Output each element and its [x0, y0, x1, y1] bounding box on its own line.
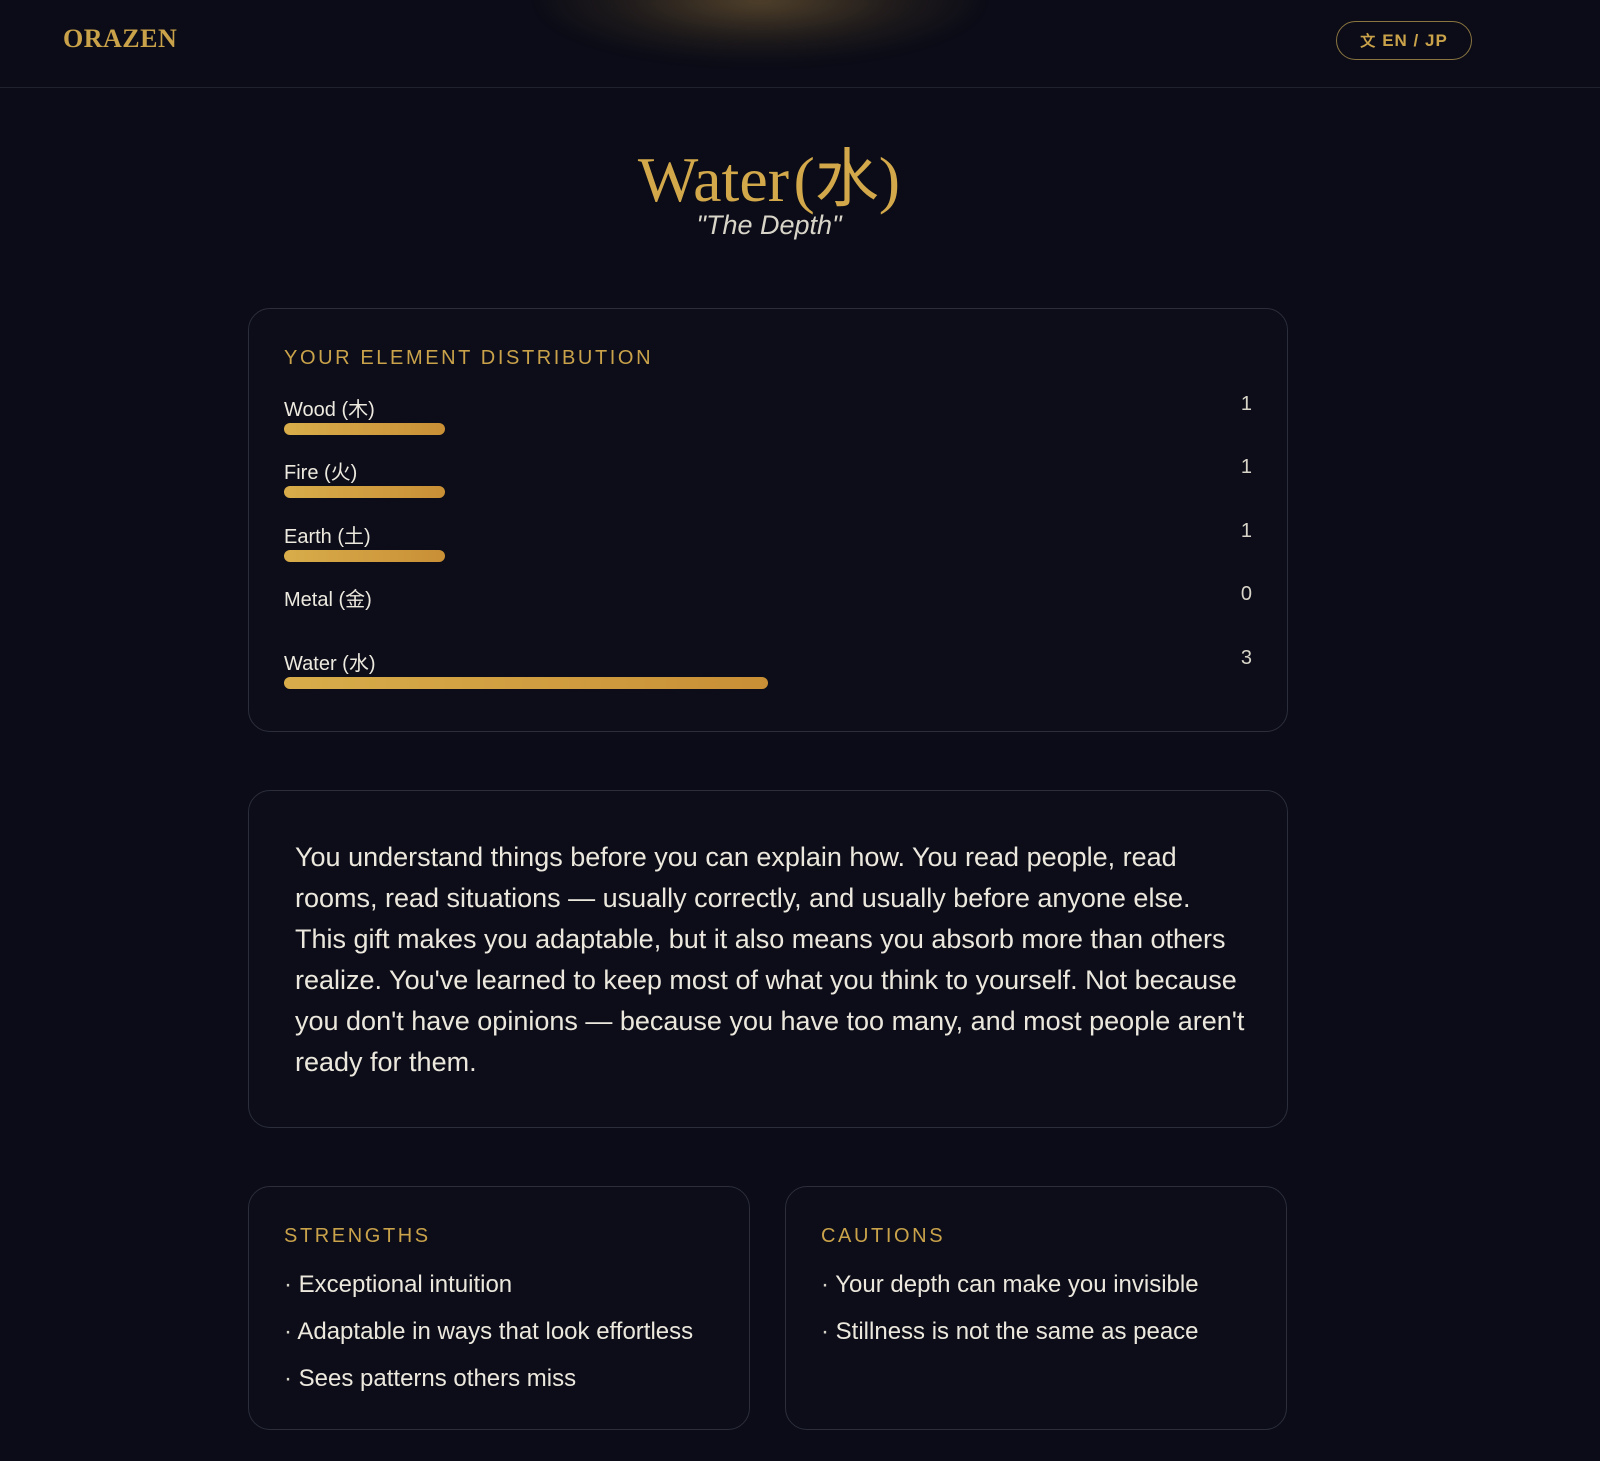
- distribution-bar: [284, 486, 446, 498]
- distribution-track: [284, 677, 1252, 689]
- distribution-count: 3: [1240, 647, 1252, 669]
- distribution-track: [284, 423, 1252, 435]
- distribution-heading: YOUR ELEMENT DISTRIBUTION: [284, 347, 654, 369]
- distribution-count: 0: [1240, 583, 1252, 605]
- list-item: Exceptional intuition: [284, 1271, 693, 1318]
- strengths-list: Exceptional intuition Adaptable in ways …: [284, 1271, 693, 1412]
- distribution-bar: [284, 550, 446, 562]
- logo[interactable]: ORAZEN: [63, 24, 177, 54]
- distribution-row-fire: Fire (火) 1: [284, 456, 1252, 498]
- strengths-card: STRENGTHS Exceptional intuition Adaptabl…: [248, 1186, 750, 1430]
- top-header: ORAZEN 文 EN / JP: [0, 0, 1600, 88]
- element-title-kanji: (水): [793, 144, 901, 215]
- distribution-track: [284, 550, 1252, 562]
- list-item: Adaptable in ways that look effortless: [284, 1318, 693, 1365]
- distribution-track: [284, 613, 1252, 625]
- language-toggle-button[interactable]: 文 EN / JP: [1336, 21, 1472, 60]
- distribution-label: Earth (土): [284, 526, 371, 548]
- list-item: Stillness is not the same as peace: [821, 1318, 1199, 1365]
- distribution-row-water: Water (水) 3: [284, 647, 1252, 689]
- distribution-row-earth: Earth (土) 1: [284, 520, 1252, 562]
- distribution-count: 1: [1240, 520, 1252, 542]
- distribution-row-wood: Wood (木) 1: [284, 393, 1252, 435]
- distribution-track: [284, 486, 1252, 498]
- page-title: Water (水): [0, 128, 1538, 220]
- distribution-count: 1: [1240, 456, 1252, 478]
- cautions-list: Your depth can make you invisible Stilln…: [821, 1271, 1199, 1365]
- list-item: Your depth can make you invisible: [821, 1271, 1198, 1318]
- distribution-label: Fire (火): [284, 462, 358, 484]
- element-title: Water: [637, 144, 790, 215]
- cautions-card: CAUTIONS Your depth can make you invisib…: [785, 1186, 1287, 1430]
- distribution-bar: [284, 423, 446, 435]
- list-item: Sees patterns others miss: [284, 1365, 693, 1412]
- element-subtitle: "The Depth": [696, 210, 842, 240]
- element-distribution-card: YOUR ELEMENT DISTRIBUTION Wood (木) 1 Fir…: [248, 308, 1288, 732]
- distribution-label: Wood (木): [284, 399, 375, 421]
- distribution-count: 1: [1240, 393, 1252, 415]
- description-card: You understand things before you can exp…: [248, 790, 1288, 1128]
- strengths-heading: STRENGTHS: [284, 1225, 431, 1247]
- distribution-label: Water (水): [284, 653, 376, 675]
- distribution-row-metal: Metal (金) 0: [284, 583, 1252, 623]
- distribution-label: Metal (金): [284, 589, 372, 611]
- translate-icon: 文: [1360, 33, 1377, 50]
- distribution-bar: [284, 677, 768, 689]
- description-text: You understand things before you can exp…: [295, 842, 1245, 1077]
- cautions-heading: CAUTIONS: [821, 1225, 946, 1247]
- language-toggle-label: EN / JP: [1382, 30, 1448, 50]
